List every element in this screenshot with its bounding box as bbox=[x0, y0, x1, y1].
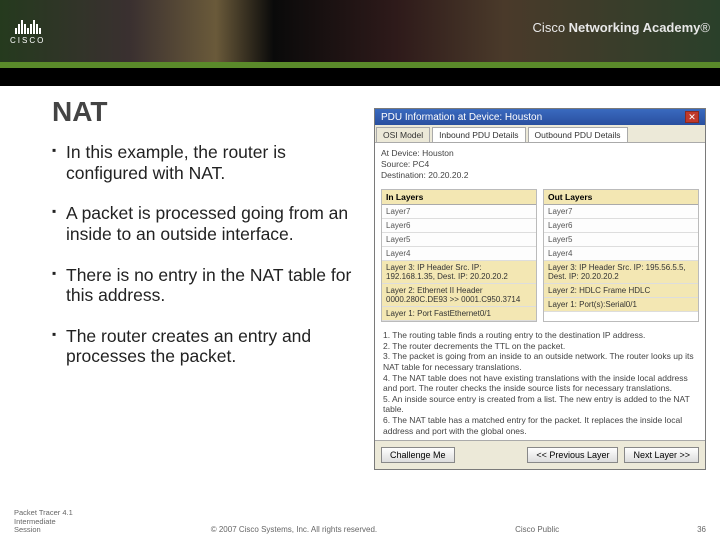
pdu-window: PDU Information at Device: Houston ✕ OSI… bbox=[374, 108, 706, 470]
destination-label: Destination: 20.20.20.2 bbox=[381, 170, 699, 180]
black-divider bbox=[0, 68, 720, 86]
layer-row[interactable]: Layer4 bbox=[382, 247, 536, 261]
layers-columns: In Layers Layer7 Layer6 Layer5 Layer4 La… bbox=[375, 185, 705, 326]
layer-row-highlight[interactable]: Layer 1: Port FastEthernet0/1 bbox=[382, 307, 536, 321]
bullet-column: In this example, the router is configure… bbox=[52, 142, 364, 367]
footer-line: Session bbox=[14, 526, 73, 534]
cisco-bars-icon bbox=[15, 18, 41, 34]
layer-row[interactable]: Layer6 bbox=[382, 219, 536, 233]
layer-row-highlight[interactable]: Layer 2: Ethernet II Header 0000.280C.DE… bbox=[382, 284, 536, 307]
window-buttons: Challenge Me << Previous Layer Next Laye… bbox=[375, 440, 705, 469]
challenge-me-button[interactable]: Challenge Me bbox=[381, 447, 455, 463]
tab-osi-model[interactable]: OSI Model bbox=[376, 127, 430, 142]
bullet-item: In this example, the router is configure… bbox=[52, 142, 364, 183]
step-line: 3. The packet is going from an inside to… bbox=[383, 351, 697, 372]
academy-bold: Networking Academy bbox=[569, 20, 701, 35]
bullet-item: There is no entry in the NAT table for t… bbox=[52, 265, 364, 306]
pdu-steps: 1. The routing table finds a routing ent… bbox=[375, 326, 705, 440]
source-label: Source: PC4 bbox=[381, 159, 699, 169]
out-layers-column: Out Layers Layer7 Layer6 Layer5 Layer4 L… bbox=[543, 189, 699, 322]
layer-row-highlight[interactable]: Layer 3: IP Header Src. IP: 195.56.5.5, … bbox=[544, 261, 698, 284]
cisco-logo: CISCO bbox=[0, 14, 55, 49]
layer-row[interactable]: Layer4 bbox=[544, 247, 698, 261]
previous-layer-button[interactable]: << Previous Layer bbox=[527, 447, 618, 463]
step-line: 6. The NAT table has a matched entry for… bbox=[383, 415, 697, 436]
window-titlebar[interactable]: PDU Information at Device: Houston ✕ bbox=[375, 109, 705, 125]
in-layers-header: In Layers bbox=[382, 190, 536, 205]
layer-row[interactable]: Layer7 bbox=[382, 205, 536, 219]
tab-inbound-pdu[interactable]: Inbound PDU Details bbox=[432, 127, 525, 142]
layer-row-highlight[interactable]: Layer 3: IP Header Src. IP: 192.168.1.35… bbox=[382, 261, 536, 284]
layer-row[interactable]: Layer5 bbox=[544, 233, 698, 247]
footer-left: Packet Tracer 4.1 Intermediate Session bbox=[14, 509, 73, 534]
step-line: 1. The routing table finds a routing ent… bbox=[383, 330, 697, 341]
layer-row[interactable]: Layer5 bbox=[382, 233, 536, 247]
academy-suffix: ® bbox=[700, 20, 710, 35]
step-line: 4. The NAT table does not have existing … bbox=[383, 373, 697, 394]
academy-label: Cisco Networking Academy® bbox=[533, 20, 710, 35]
slide-footer: Packet Tracer 4.1 Intermediate Session ©… bbox=[0, 509, 720, 538]
footer-copyright: © 2007 Cisco Systems, Inc. All rights re… bbox=[211, 525, 377, 534]
next-layer-button[interactable]: Next Layer >> bbox=[624, 447, 699, 463]
at-device-label: At Device: Houston bbox=[381, 148, 699, 158]
tab-outbound-pdu[interactable]: Outbound PDU Details bbox=[528, 127, 628, 142]
bullet-item: The router creates an entry and processe… bbox=[52, 326, 364, 367]
in-layers-column: In Layers Layer7 Layer6 Layer5 Layer4 La… bbox=[381, 189, 537, 322]
page-number: 36 bbox=[697, 525, 706, 534]
out-layers-header: Out Layers bbox=[544, 190, 698, 205]
footer-classification: Cisco Public bbox=[515, 525, 559, 534]
pdu-meta: At Device: Houston Source: PC4 Destinati… bbox=[375, 143, 705, 185]
bullet-item: A packet is processed going from an insi… bbox=[52, 203, 364, 244]
step-line: 5. An inside source entry is created fro… bbox=[383, 394, 697, 415]
window-tabs: OSI Model Inbound PDU Details Outbound P… bbox=[375, 125, 705, 143]
close-icon[interactable]: ✕ bbox=[685, 111, 699, 123]
cisco-logo-text: CISCO bbox=[10, 36, 45, 45]
layer-row[interactable]: Layer6 bbox=[544, 219, 698, 233]
step-line: 2. The router decrements the TTL on the … bbox=[383, 341, 697, 352]
header-banner: CISCO Cisco Networking Academy® bbox=[0, 0, 720, 62]
layer-row-highlight[interactable]: Layer 1: Port(s):Serial0/1 bbox=[544, 298, 698, 312]
academy-prefix: Cisco bbox=[533, 20, 569, 35]
layer-row-highlight[interactable]: Layer 2: HDLC Frame HDLC bbox=[544, 284, 698, 298]
layer-row[interactable]: Layer7 bbox=[544, 205, 698, 219]
window-title: PDU Information at Device: Houston bbox=[381, 112, 542, 123]
